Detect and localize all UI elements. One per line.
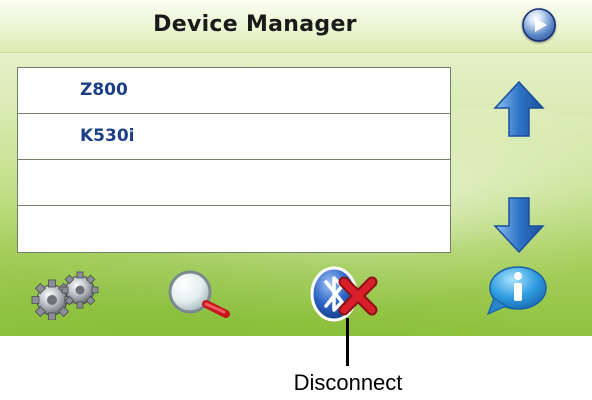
settings-button[interactable] — [30, 270, 102, 324]
list-item[interactable]: K530i — [18, 114, 450, 160]
device-list: Z800 K530i — [17, 67, 451, 253]
scroll-down-button[interactable] — [493, 196, 545, 258]
next-button[interactable] — [522, 8, 556, 42]
info-bubble-icon — [486, 266, 547, 316]
arrow-up-icon — [493, 80, 545, 137]
disconnect-button[interactable] — [308, 262, 386, 326]
device-name: K530i — [80, 126, 135, 146]
device-screen: Device Manager Z800 K530i — [0, 0, 592, 336]
list-item[interactable]: Z800 — [18, 68, 450, 114]
arrow-down-icon — [493, 197, 545, 254]
scroll-up-button[interactable] — [493, 80, 545, 142]
play-circle-icon — [522, 8, 556, 42]
title-bar: Device Manager — [0, 0, 592, 53]
bluetooth-disconnect-icon — [310, 266, 378, 322]
device-name: Z800 — [80, 80, 128, 100]
info-button[interactable] — [484, 264, 550, 322]
disconnect-callout-label: Disconnect — [293, 370, 403, 395]
magnifier-icon — [168, 270, 230, 318]
search-button[interactable] — [166, 266, 238, 326]
list-item[interactable] — [18, 160, 450, 206]
list-item[interactable] — [18, 206, 450, 252]
page-title: Device Manager — [153, 12, 357, 37]
gears-icon — [31, 271, 99, 321]
